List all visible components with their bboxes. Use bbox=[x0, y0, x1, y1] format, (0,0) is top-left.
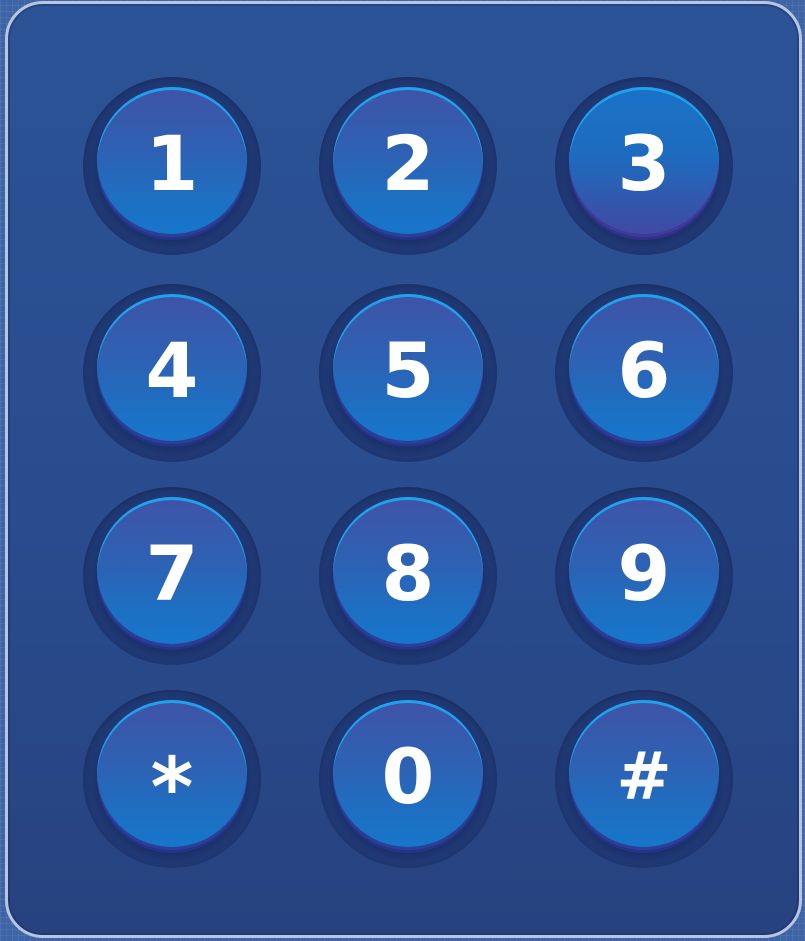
key-hash-button[interactable]: # bbox=[569, 700, 719, 850]
key-6-label: 6 bbox=[617, 326, 671, 415]
key-8-button[interactable]: 8 bbox=[333, 497, 483, 647]
key-7-button[interactable]: 7 bbox=[97, 497, 247, 647]
key-3-label: 3 bbox=[617, 119, 671, 208]
key-1-button[interactable]: 1 bbox=[97, 87, 247, 237]
key-hash-label: # bbox=[616, 738, 672, 815]
key-5-label: 5 bbox=[381, 326, 435, 415]
key-9-label: 9 bbox=[617, 529, 671, 618]
key-5-button[interactable]: 5 bbox=[333, 294, 483, 444]
key-8-label: 8 bbox=[381, 529, 435, 618]
keypad-panel: 1 2 3 4 5 6 7 8 9 * 0 # bbox=[5, 1, 802, 938]
key-6-button[interactable]: 6 bbox=[569, 294, 719, 444]
key-9-button[interactable]: 9 bbox=[569, 497, 719, 647]
key-well-3: 3 bbox=[555, 77, 733, 255]
key-well-7: 7 bbox=[83, 487, 261, 665]
key-0-button[interactable]: 0 bbox=[333, 700, 483, 850]
key-well-hash: # bbox=[555, 690, 733, 868]
key-well-8: 8 bbox=[319, 487, 497, 665]
key-4-label: 4 bbox=[145, 326, 199, 415]
key-well-star: * bbox=[83, 690, 261, 868]
key-star-label: * bbox=[150, 741, 194, 836]
key-4-button[interactable]: 4 bbox=[97, 294, 247, 444]
key-1-label: 1 bbox=[145, 119, 199, 208]
key-0-label: 0 bbox=[381, 732, 435, 821]
key-well-5: 5 bbox=[319, 284, 497, 462]
key-2-label: 2 bbox=[381, 119, 435, 208]
key-7-label: 7 bbox=[145, 529, 199, 618]
key-well-4: 4 bbox=[83, 284, 261, 462]
key-well-0: 0 bbox=[319, 690, 497, 868]
key-well-6: 6 bbox=[555, 284, 733, 462]
key-star-button[interactable]: * bbox=[97, 700, 247, 850]
key-well-1: 1 bbox=[83, 77, 261, 255]
key-well-2: 2 bbox=[319, 77, 497, 255]
key-well-9: 9 bbox=[555, 487, 733, 665]
key-2-button[interactable]: 2 bbox=[333, 87, 483, 237]
key-3-button[interactable]: 3 bbox=[569, 87, 719, 237]
